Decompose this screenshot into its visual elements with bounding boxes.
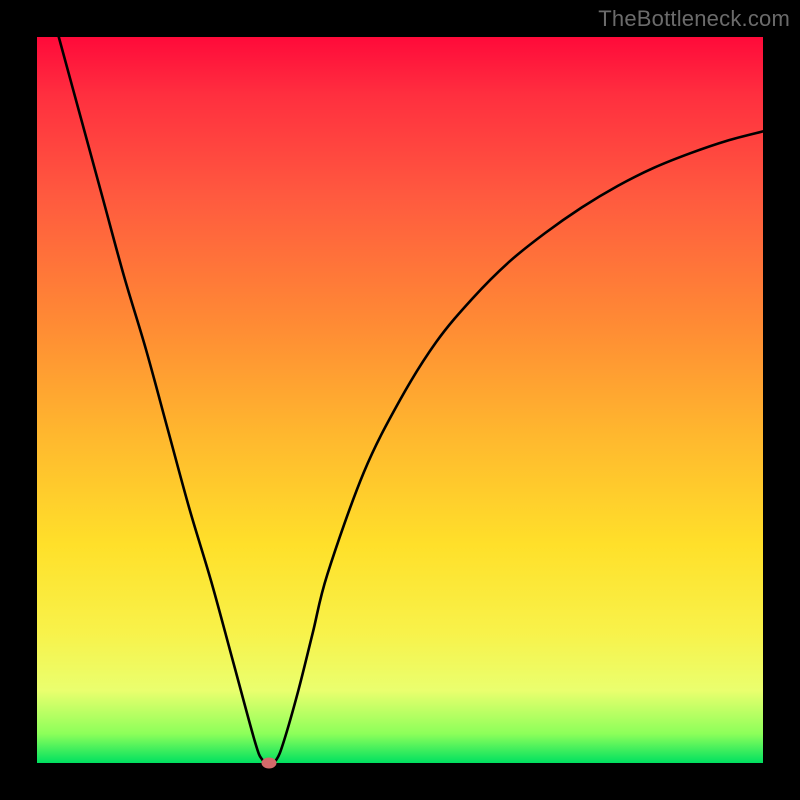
curve-svg — [37, 37, 763, 763]
chart-frame: TheBottleneck.com — [0, 0, 800, 800]
plot-area — [37, 37, 763, 763]
watermark-text: TheBottleneck.com — [598, 6, 790, 32]
bottleneck-curve — [59, 37, 763, 763]
minimum-marker — [262, 758, 277, 769]
